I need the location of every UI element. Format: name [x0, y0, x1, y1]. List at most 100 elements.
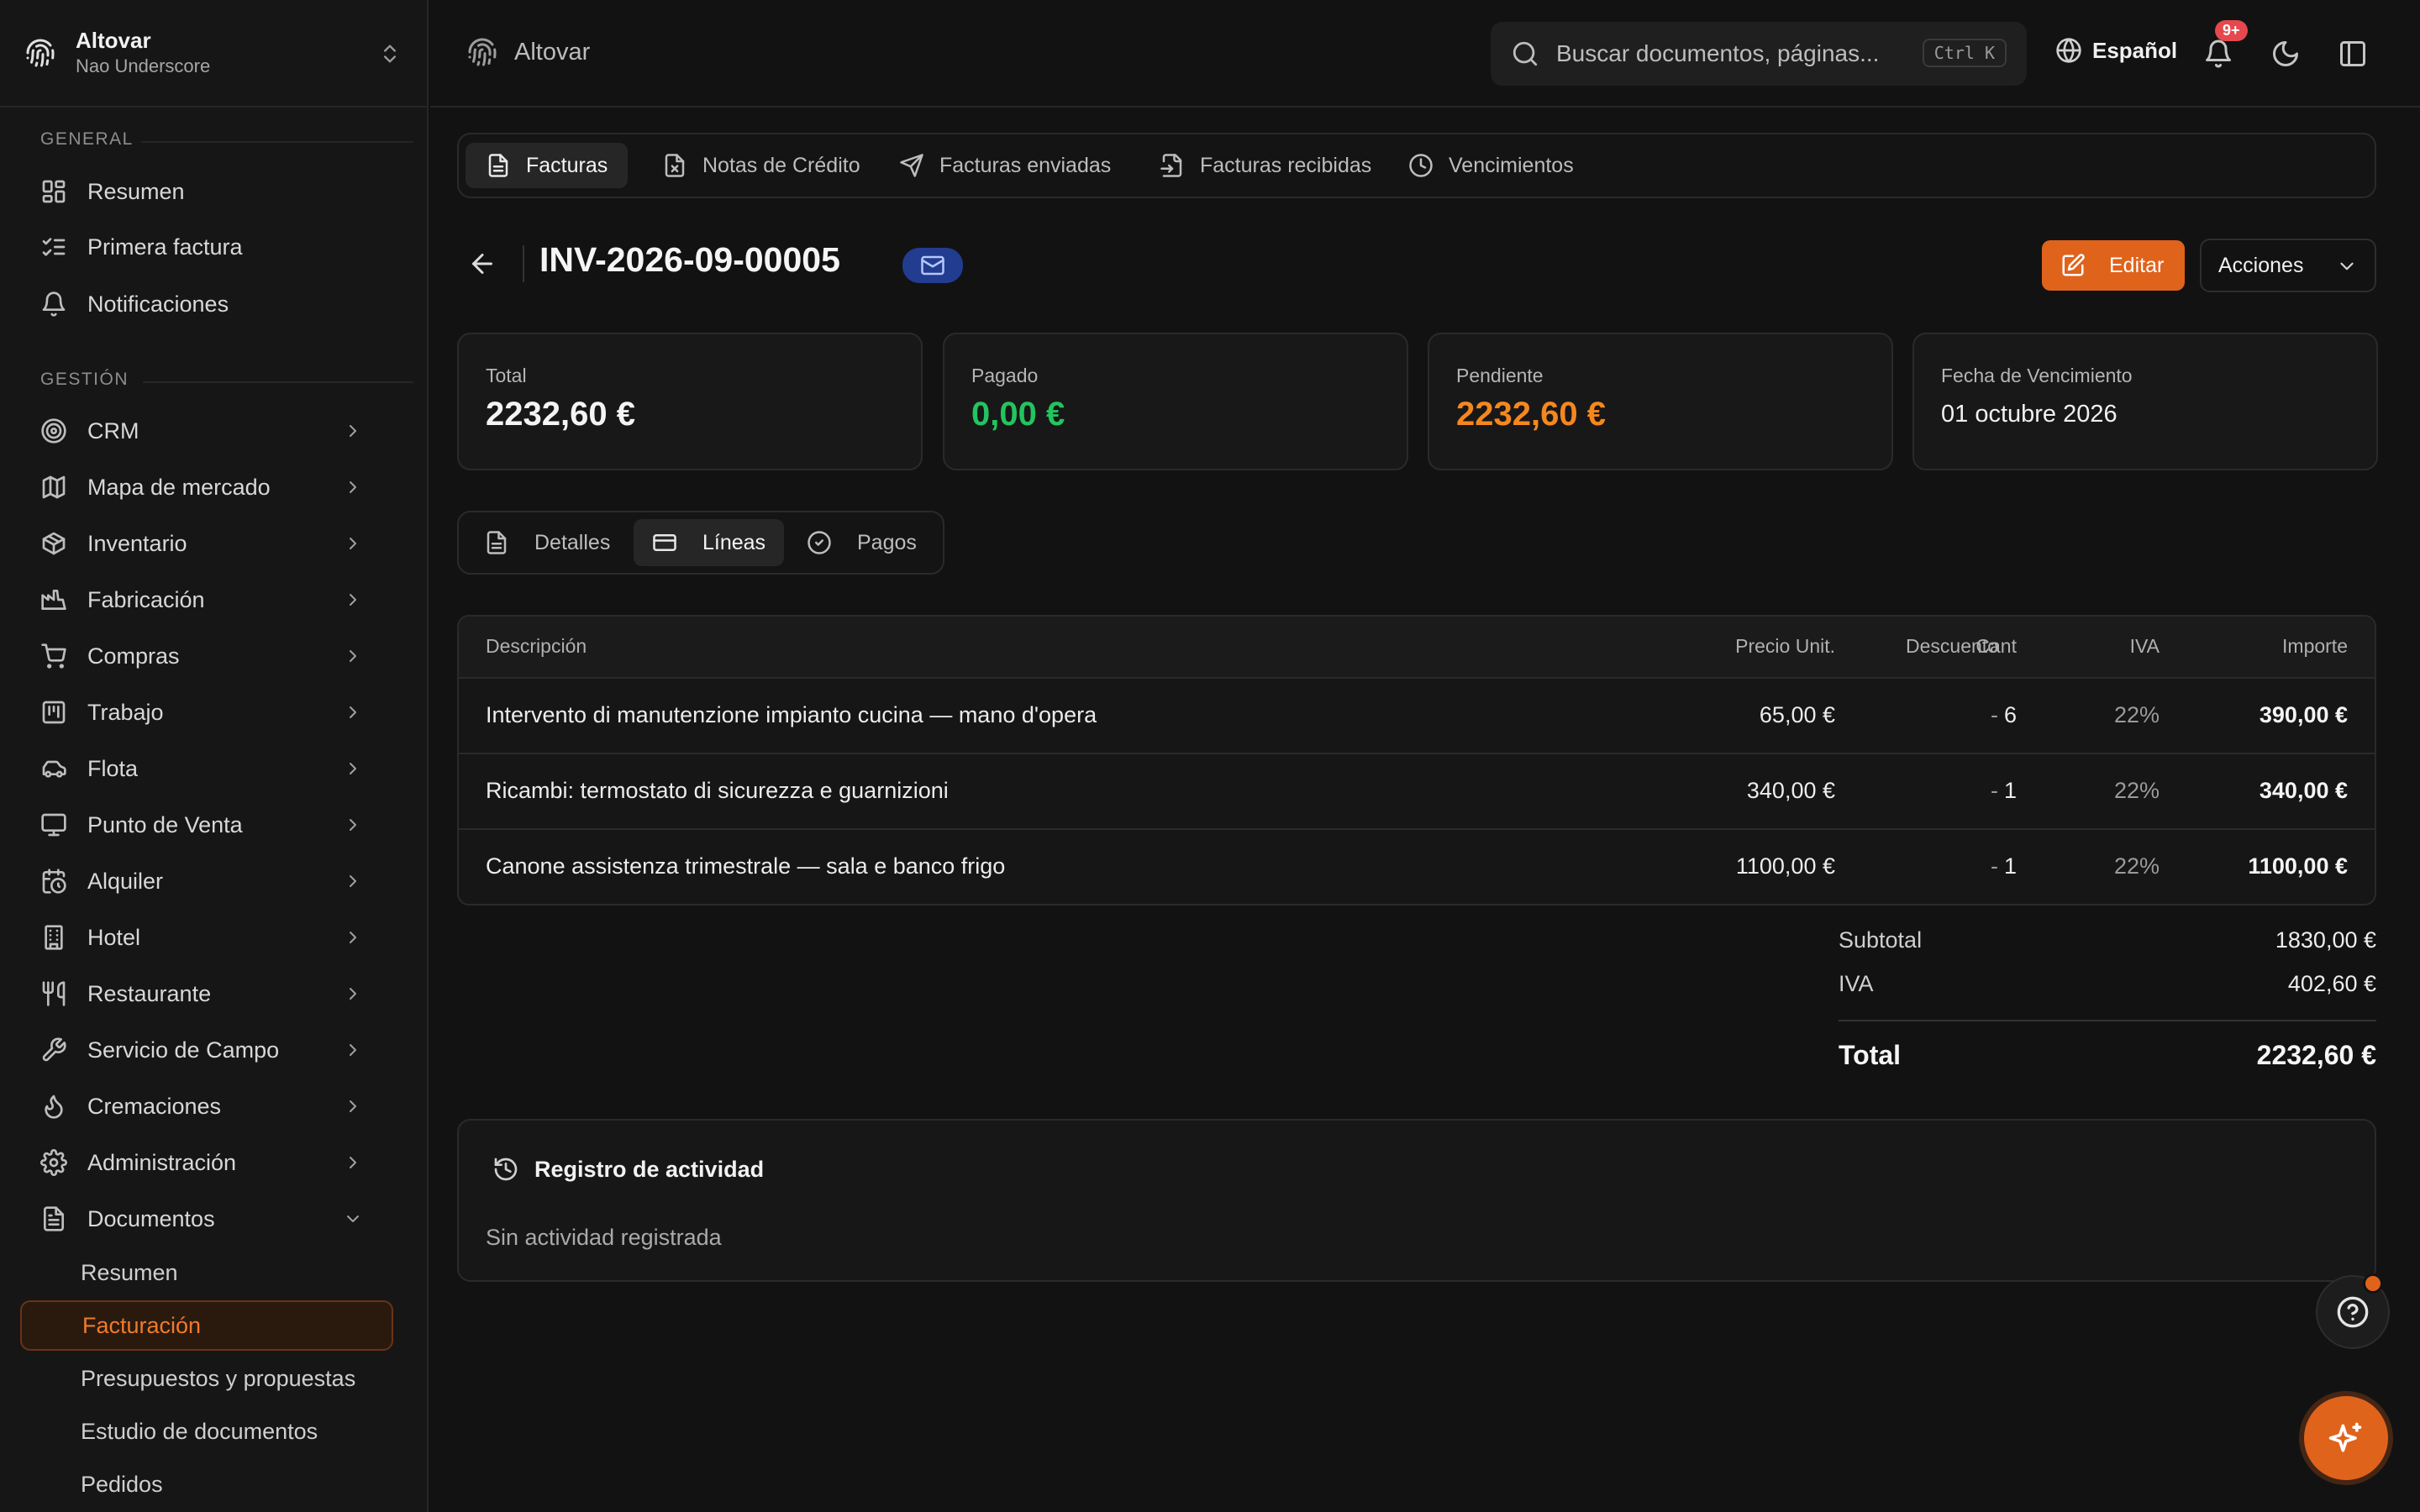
tab-payments[interactable]: Pagos — [788, 519, 935, 566]
tab-sent-invoices[interactable]: Facturas enviadas — [879, 143, 1131, 188]
sidebar-item-administration[interactable]: Administración — [20, 1138, 381, 1187]
sidebar-subitem-quotes[interactable]: Presupuestos y propuestas — [20, 1353, 393, 1404]
sidebar-item-crm[interactable]: CRM — [20, 407, 381, 455]
sidebar-item-label: Documentos — [87, 1205, 215, 1231]
sidebar-subitem-document-studio[interactable]: Estudio de documentos — [20, 1406, 393, 1457]
sidebar-item-work[interactable]: Trabajo — [20, 688, 381, 737]
sidebar-item-point-of-sale[interactable]: Punto de Venta — [20, 801, 381, 849]
chevron-right-icon — [350, 988, 356, 1000]
sidebar-item-overview[interactable]: Resumen — [20, 167, 381, 216]
check-circle-icon — [808, 531, 831, 554]
tab-label: Facturas enviadas — [939, 153, 1112, 177]
kanban-icon — [42, 701, 66, 724]
title-divider — [523, 245, 524, 282]
fingerprint-icon — [468, 38, 497, 66]
table-row[interactable]: Intervento di manutenzione impianto cuci… — [459, 679, 2375, 754]
table-header: Descripción Cant Precio Unit. Descuento … — [459, 617, 2375, 679]
language-label: Español — [2092, 37, 2178, 63]
ai-assistant-button[interactable] — [2304, 1396, 2388, 1480]
chevron-right-icon — [350, 481, 356, 493]
line-vat: 22% — [2113, 778, 2160, 803]
tab-label: Vencimientos — [1449, 153, 1574, 177]
tab-invoices[interactable]: Facturas — [466, 143, 629, 188]
file-import-icon — [1160, 154, 1182, 177]
sidebar-subitem-orders[interactable]: Pedidos — [20, 1459, 393, 1509]
line-amount: 340,00 € — [2259, 778, 2348, 803]
tab-due-dates[interactable]: Vencimientos — [1388, 143, 1594, 188]
document-tabs: Facturas Notas de Crédito Facturas envia… — [457, 133, 2376, 198]
line-unit-price: 1100,00 € — [1735, 853, 1835, 879]
breadcrumb[interactable]: Altovar — [467, 37, 590, 67]
sidebar-item-market-map[interactable]: Mapa de mercado — [20, 463, 381, 512]
table-row[interactable]: Canone assistenza trimestrale — sala e b… — [459, 830, 2375, 904]
sidebar-item-first-invoice[interactable]: Primera factura — [20, 223, 381, 271]
map-icon — [42, 475, 66, 499]
language-selector[interactable]: Español — [2055, 37, 2177, 64]
section-management: GESTIÓN — [40, 370, 413, 390]
line-discount: - — [1991, 778, 1998, 803]
sidebar-item-label: Notificaciones — [87, 291, 229, 317]
sidebar-subitem-invoicing[interactable]: Facturación — [20, 1300, 393, 1351]
pending-value: 2232,60 € — [1456, 396, 1606, 433]
edit-button[interactable]: Editar — [2042, 240, 2185, 291]
actions-dropdown[interactable]: Acciones — [2200, 239, 2376, 292]
sidebar-item-documents[interactable]: Documentos — [20, 1194, 381, 1243]
topbar: Altovar Buscar documentos, páginas... Ct… — [430, 0, 2420, 108]
sidebar-item-label: Restaurante — [87, 980, 212, 1006]
sidebar-item-hotel[interactable]: Hotel — [20, 913, 381, 962]
total-label: Total — [486, 365, 527, 386]
invoice-lines-table: Descripción Cant Precio Unit. Descuento … — [457, 615, 2376, 906]
activity-header: Registro de actividad — [492, 1156, 764, 1183]
sidebar-item-fleet[interactable]: Flota — [20, 744, 381, 793]
line-vat: 22% — [2113, 853, 2160, 879]
tab-credit-notes[interactable]: Notas de Crédito — [642, 143, 881, 188]
line-vat: 22% — [2113, 702, 2160, 727]
total-value: 2232,60 € — [486, 396, 635, 433]
line-unit-price: 65,00 € — [1759, 702, 1835, 727]
sidebar-item-notifications[interactable]: Notificaciones — [20, 280, 381, 328]
totals-divider — [1839, 1020, 2376, 1021]
sidebar-item-manufacturing[interactable]: Fabricación — [20, 575, 381, 624]
user-name: Nao Underscore — [76, 55, 211, 76]
tab-lines[interactable]: Líneas — [634, 519, 785, 566]
header-unit-price: Precio Unit. — [1735, 635, 1835, 657]
header-vat: IVA — [2129, 635, 2160, 657]
table-row[interactable]: Ricambi: termostato di sicurezza e guarn… — [459, 754, 2375, 830]
arrow-left-icon[interactable] — [467, 249, 497, 279]
sidebar-item-field-service[interactable]: Servicio de Campo — [20, 1026, 381, 1074]
sidebar-item-purchases[interactable]: Compras — [20, 632, 381, 680]
calendar-clock-icon — [42, 869, 66, 894]
notifications-bell-icon[interactable] — [2203, 39, 2233, 69]
tab-details[interactable]: Detalles — [466, 519, 629, 566]
sidebar-item-rental[interactable]: Alquiler — [20, 857, 381, 906]
line-description: Intervento di manutenzione impianto cuci… — [486, 702, 1097, 727]
page-title: INV-2026-09-00005 — [539, 240, 840, 279]
sidebar: Altovar Nao Underscore GENERAL Resumen P… — [0, 0, 429, 1512]
chevron-right-icon — [350, 819, 356, 831]
sidebar-item-label: CRM — [87, 417, 139, 444]
chevron-down-icon — [2340, 262, 2354, 270]
tab-received-invoices[interactable]: Facturas recibidas — [1139, 143, 1392, 188]
sidebar-item-cremations[interactable]: Cremaciones — [20, 1082, 381, 1131]
paid-label: Pagado — [971, 365, 1039, 386]
line-quantity: 6 — [2003, 702, 2017, 727]
sidebar-item-label: Primera factura — [87, 234, 243, 260]
sparkles-icon — [2328, 1422, 2362, 1452]
utensils-icon — [42, 981, 66, 1006]
chevron-right-icon — [350, 425, 356, 437]
search-input[interactable]: Buscar documentos, páginas... Ctrl K — [1491, 22, 2027, 86]
workspace-switcher[interactable]: Altovar Nao Underscore — [0, 0, 429, 108]
sidebar-item-label: Flota — [87, 755, 139, 781]
sidebar-subitem-documents-overview[interactable]: Resumen — [20, 1247, 393, 1298]
sidebar-item-inventory[interactable]: Inventario — [20, 519, 381, 568]
sidebar-item-label: Fabricación — [87, 586, 205, 612]
sidebar-toggle-icon[interactable] — [2338, 39, 2368, 69]
actions-label: Acciones — [2218, 253, 2304, 277]
pending-card: Pendiente 2232,60 € — [1428, 333, 1893, 470]
building-icon — [45, 925, 63, 950]
sidebar-item-restaurant[interactable]: Restaurante — [20, 969, 381, 1018]
chevrons-up-down-icon — [384, 45, 396, 63]
moon-icon[interactable] — [2270, 39, 2301, 69]
chevron-right-icon — [350, 706, 356, 718]
send-icon — [900, 154, 923, 177]
